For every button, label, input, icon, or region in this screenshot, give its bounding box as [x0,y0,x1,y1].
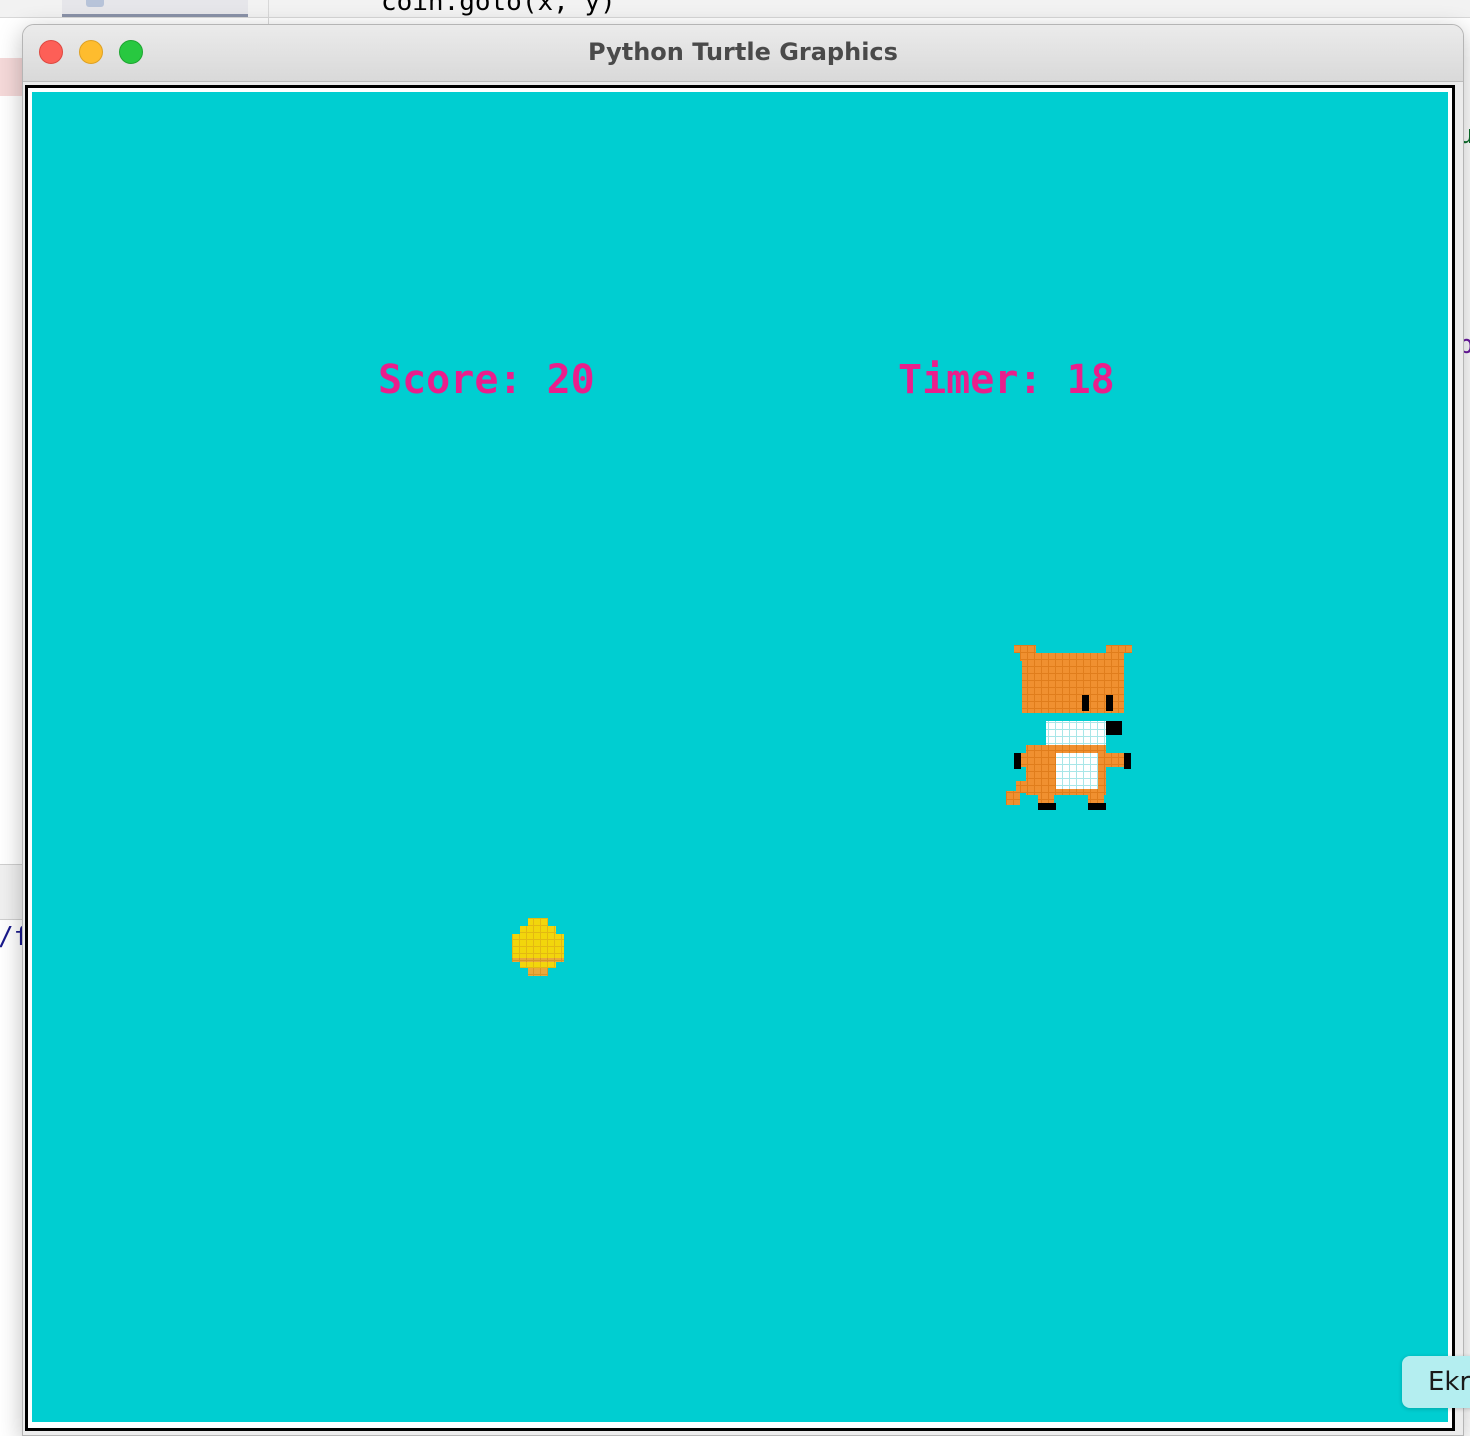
ide-panel-divider [0,864,24,920]
ide-editor-tab[interactable] [62,0,248,17]
ide-tab-divider [268,0,269,24]
score-label: Score: 20 [378,357,595,403]
turtle-graphics-window: Python Turtle Graphics Score: 20 Timer: … [22,24,1464,1436]
ide-breakpoint-gutter [0,58,23,96]
coin-icon [512,918,564,976]
ide-code-line: coin.goto(x, y) [334,0,616,17]
window-title: Python Turtle Graphics [588,38,898,66]
game-canvas[interactable]: Score: 20 Timer: 18 [32,92,1448,1422]
screen-capture-button[interactable]: Ekr [1402,1356,1470,1408]
window-title-bar[interactable]: Python Turtle Graphics [23,25,1463,82]
ide-tab-bar [0,0,1470,24]
close-window-button[interactable] [39,40,63,64]
canvas-frame: Score: 20 Timer: 18 [25,85,1455,1431]
fox-icon [1006,645,1132,810]
timer-label: Timer: 18 [898,357,1115,403]
python-file-icon [86,0,104,7]
minimize-window-button[interactable] [79,40,103,64]
maximize-window-button[interactable] [119,40,143,64]
